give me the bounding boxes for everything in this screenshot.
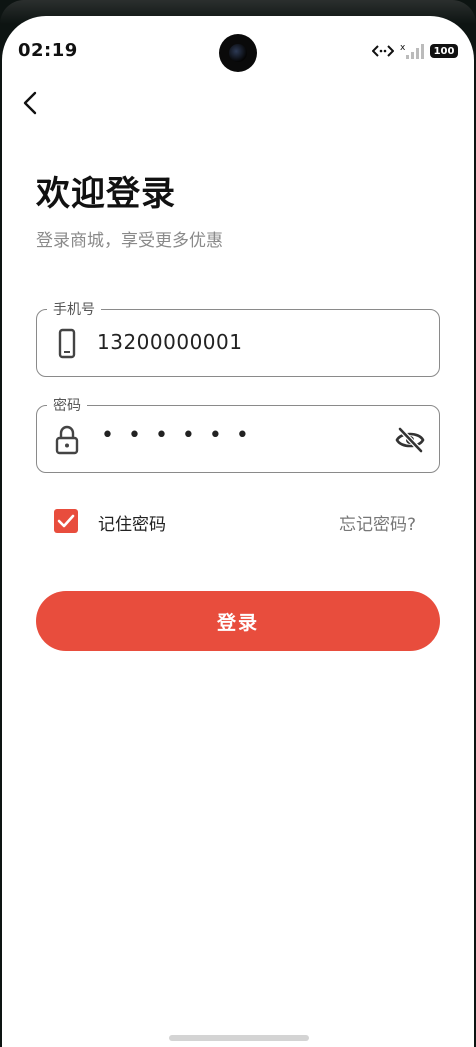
data-transfer-icon [372,45,394,57]
login-button[interactable]: 登录 [36,591,440,651]
device-frame: 02:19 x 100 欢迎登录 登录商城，享受更多优惠 手机号 1320000… [0,0,476,1047]
lock-icon [55,425,79,455]
phone-input[interactable]: 13200000001 [97,330,242,354]
forgot-password-link[interactable]: 忘记密码? [339,510,416,535]
password-field[interactable]: 密码 •••••• [36,395,440,473]
cellular-signal-icon: x [400,43,424,59]
eye-off-icon[interactable] [395,426,425,454]
remember-label[interactable]: 记住密码 [98,510,166,535]
chevron-left-icon[interactable] [18,90,44,116]
page-subtitle: 登录商城，享受更多优惠 [36,231,223,251]
home-indicator[interactable] [169,1035,309,1041]
front-camera [219,34,257,72]
status-icons: x 100 [372,42,458,60]
battery-icon: 100 [430,44,458,58]
checkmark-icon [57,514,75,528]
password-field-label: 密码 [47,395,87,415]
page-title: 欢迎登录 [36,174,176,214]
status-time: 02:19 [18,40,78,61]
remember-checkbox[interactable] [54,509,78,533]
app-screen: 02:19 x 100 欢迎登录 登录商城，享受更多优惠 手机号 1320000… [2,16,474,1047]
password-input[interactable]: •••••• [101,423,263,448]
smartphone-icon [58,328,76,359]
phone-field[interactable]: 手机号 13200000001 [36,299,440,377]
signal-x-label: x [400,43,406,53]
phone-field-label: 手机号 [47,299,101,319]
